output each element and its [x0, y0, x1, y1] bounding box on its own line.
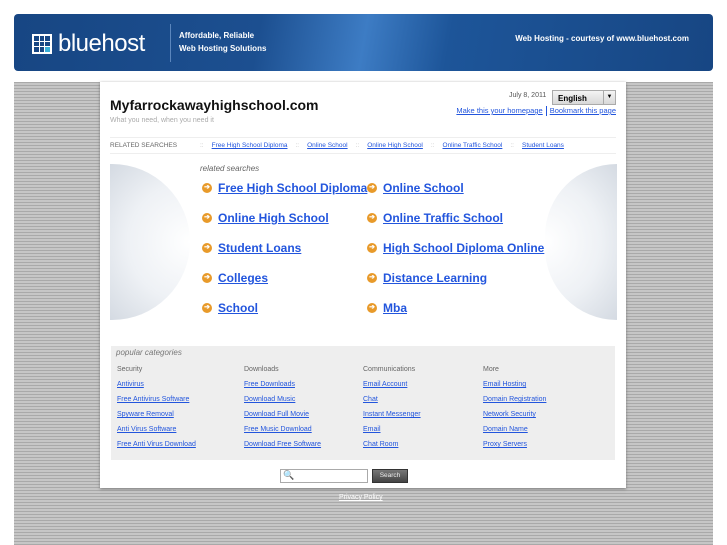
- category-link[interactable]: Free Music Download: [244, 426, 312, 433]
- category-link[interactable]: Email Hosting: [483, 381, 526, 388]
- arrow-right-icon: ➔: [367, 273, 377, 283]
- category-title: Communications: [363, 366, 416, 373]
- category-column: Communications Email Account Chat Instant M…: [363, 362, 421, 452]
- arrow-right-icon: ➔: [202, 213, 212, 223]
- related-link[interactable]: High School Diploma Online: [383, 241, 544, 255]
- category-link[interactable]: Domain Name: [483, 426, 528, 433]
- related-link-item[interactable]: ➔ Distance Learning: [367, 271, 487, 285]
- related-link[interactable]: Student Loans: [218, 241, 301, 255]
- category-link[interactable]: Email Account: [363, 381, 407, 388]
- arrow-right-icon: ➔: [202, 243, 212, 253]
- category-link[interactable]: Chat Room: [363, 441, 398, 448]
- related-bar-link[interactable]: Online School: [307, 142, 347, 149]
- arrow-right-icon: ➔: [367, 303, 377, 313]
- category-title: Security: [117, 366, 143, 373]
- related-searches-bar: RELATED SEARCHES :: Free High School Dipl…: [110, 137, 616, 154]
- related-link-item[interactable]: ➔ Mba: [367, 301, 407, 315]
- related-link-item[interactable]: ➔ Online School: [367, 181, 464, 195]
- category-link[interactable]: Download Free Software: [244, 441, 321, 448]
- related-bar-label: RELATED SEARCHES: [110, 142, 178, 149]
- bookmark-link[interactable]: Bookmark this page: [550, 106, 616, 115]
- bluehost-logo: bluehost: [32, 30, 145, 58]
- related-searches-label: related searches: [200, 164, 260, 173]
- category-column: Security Antivirus Free Antivirus Software…: [117, 362, 196, 452]
- bluehost-banner[interactable]: bluehost Affordable, Reliable Web Hosting…: [14, 14, 713, 71]
- brand-name: bluehost: [58, 30, 145, 57]
- category-link[interactable]: Network Security: [483, 411, 536, 418]
- date: July 8, 2011: [509, 92, 547, 99]
- related-link-item[interactable]: ➔ Free High School Diploma: [202, 181, 367, 195]
- related-link[interactable]: Free High School Diploma: [218, 181, 367, 195]
- category-link[interactable]: Instant Messenger: [363, 411, 421, 418]
- category-link[interactable]: Free Downloads: [244, 381, 295, 388]
- chevron-down-icon: ▼: [603, 91, 615, 104]
- category-title: Downloads: [244, 366, 279, 373]
- arrow-right-icon: ➔: [367, 213, 377, 223]
- related-bar-link[interactable]: Online High School: [367, 142, 423, 149]
- search-button[interactable]: Search: [372, 469, 408, 483]
- logo-grid-icon: [32, 34, 52, 54]
- category-link[interactable]: Chat: [363, 396, 378, 403]
- search-input[interactable]: 🔍: [280, 469, 368, 483]
- category-link[interactable]: Proxy Servers: [483, 441, 527, 448]
- category-link[interactable]: Free Anti Virus Download: [117, 441, 196, 448]
- right-decoration: [545, 164, 617, 320]
- related-link-item[interactable]: ➔ Online Traffic School: [367, 211, 503, 225]
- homepage-link[interactable]: Make this your homepage: [456, 106, 542, 115]
- category-link[interactable]: Anti Virus Software: [117, 426, 176, 433]
- privacy-policy-link[interactable]: Privacy Policy: [339, 494, 383, 501]
- category-title: More: [483, 366, 499, 373]
- category-link[interactable]: Domain Registration: [483, 396, 546, 403]
- page-subtitle: What you need, when you need it: [110, 117, 214, 124]
- main-panel: Myfarrockawayhighschool.com What you nee…: [100, 82, 626, 488]
- related-link-item[interactable]: ➔ Colleges: [202, 271, 268, 285]
- related-link[interactable]: Colleges: [218, 271, 268, 285]
- related-bar-link[interactable]: Free High School Diploma: [212, 142, 288, 149]
- category-link[interactable]: Antivirus: [117, 381, 144, 388]
- arrow-right-icon: ➔: [367, 243, 377, 253]
- left-decoration: [110, 164, 190, 320]
- category-link[interactable]: Download Full Movie: [244, 411, 309, 418]
- related-link[interactable]: Distance Learning: [383, 271, 487, 285]
- related-link[interactable]: Online High School: [218, 211, 329, 225]
- arrow-right-icon: ➔: [202, 273, 212, 283]
- related-link[interactable]: Online School: [383, 181, 464, 195]
- related-bar-link[interactable]: Online Traffic School: [443, 142, 503, 149]
- category-link[interactable]: Email: [363, 426, 381, 433]
- related-bar-link[interactable]: Student Loans: [522, 142, 564, 149]
- arrow-right-icon: ➔: [202, 303, 212, 313]
- search-form: 🔍 Search: [280, 469, 408, 483]
- courtesy-text: Web Hosting - courtesy of www.bluehost.c…: [515, 34, 689, 43]
- related-link-item[interactable]: ➔ School: [202, 301, 258, 315]
- page-title: Myfarrockawayhighschool.com: [110, 97, 319, 113]
- language-select[interactable]: English ▼: [552, 90, 616, 105]
- category-column: Downloads Free Downloads Download Music Dow…: [244, 362, 321, 452]
- popular-categories: popular categories Security Antivirus Free…: [111, 346, 615, 460]
- header-tools: Make this your homepage Bookmark this pag…: [456, 106, 616, 117]
- category-link[interactable]: Free Antivirus Software: [117, 396, 189, 403]
- language-value: English: [558, 94, 587, 103]
- search-icon: 🔍: [283, 470, 295, 480]
- related-link[interactable]: Online Traffic School: [383, 211, 503, 225]
- related-link-item[interactable]: ➔ Online High School: [202, 211, 329, 225]
- category-column: More Email Hosting Domain Registration Netw…: [483, 362, 546, 452]
- tagline: Affordable, Reliable Web Hosting Solution…: [170, 24, 266, 62]
- category-link[interactable]: Spyware Removal: [117, 411, 174, 418]
- related-link-item[interactable]: ➔ High School Diploma Online: [367, 241, 544, 255]
- related-link-item[interactable]: ➔ Student Loans: [202, 241, 301, 255]
- category-link[interactable]: Download Music: [244, 396, 295, 403]
- related-link[interactable]: School: [218, 301, 258, 315]
- arrow-right-icon: ➔: [367, 183, 377, 193]
- arrow-right-icon: ➔: [202, 183, 212, 193]
- popular-label: popular categories: [116, 348, 182, 357]
- related-link[interactable]: Mba: [383, 301, 407, 315]
